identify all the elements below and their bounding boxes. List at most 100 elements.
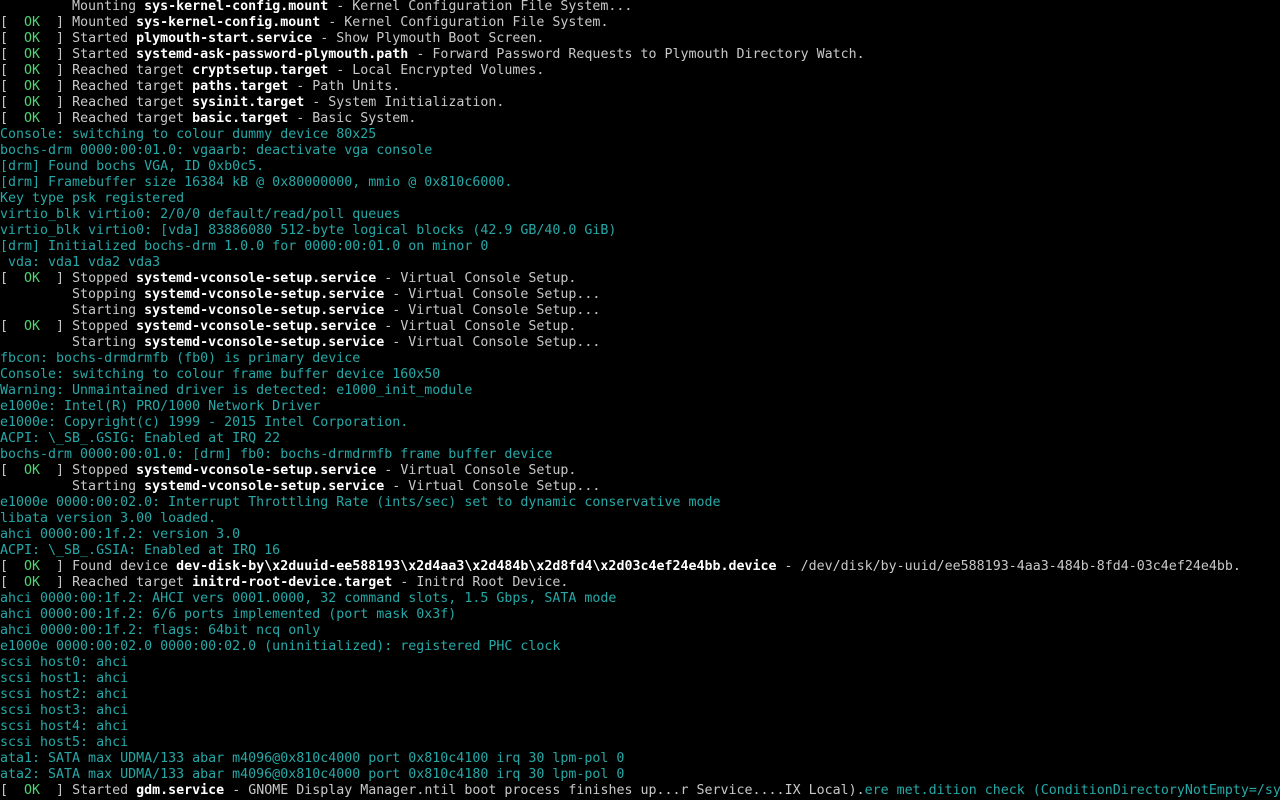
kernel-message: e1000e 0000:00:02.0: Interrupt Throttlin…	[0, 495, 721, 510]
console-line: Starting systemd-vconsole-setup.service …	[0, 335, 1280, 351]
console-line: Stopping systemd-vconsole-setup.service …	[0, 287, 1280, 303]
kernel-message: e1000e: Copyright(c) 1999 - 2015 Intel C…	[0, 415, 409, 430]
kernel-message: virtio_blk virtio0: 2/0/0 default/read/p…	[0, 207, 401, 222]
unit-name: systemd-vconsole-setup.service	[136, 271, 377, 286]
console-line: ACPI: \_SB_.GSIA: Enabled at IRQ 16	[0, 543, 1280, 559]
unit-name: systemd-vconsole-setup.service	[144, 287, 385, 302]
unit-name: sys-kernel-config.mount	[136, 15, 321, 30]
kernel-message: ahci 0000:00:1f.2: AHCI vers 0001.0000, …	[0, 591, 617, 606]
console-text: - Virtual Console Setup.	[376, 463, 577, 478]
console-text: [	[0, 63, 25, 78]
console-line: e1000e: Copyright(c) 1999 - 2015 Intel C…	[0, 415, 1280, 431]
kernel-message: Console: switching to colour frame buffe…	[0, 367, 441, 382]
ok-status-label: OK	[24, 463, 41, 478]
kernel-message: libata version 3.00 loaded.	[0, 511, 217, 526]
console-line: scsi host2: ahci	[0, 687, 1280, 703]
kernel-message: scsi host5: ahci	[0, 735, 129, 750]
console-text: Stopping	[0, 287, 145, 302]
console-text: ] Stopped	[40, 463, 137, 478]
console-line: [drm] Found bochs VGA, ID 0xb0c5.	[0, 159, 1280, 175]
kernel-message: ahci 0000:00:1f.2: 6/6 ports implemented…	[0, 607, 457, 622]
ok-status-label: OK	[24, 271, 41, 286]
kernel-message: [drm] Initialized bochs-drm 1.0.0 for 00…	[0, 239, 489, 254]
console-line: [ OK ] Started plymouth-start.service - …	[0, 31, 1280, 47]
console-line: bochs-drm 0000:00:01.0: vgaarb: deactiva…	[0, 143, 1280, 159]
console-text: - Forward Password Requests to Plymouth …	[408, 47, 865, 62]
console-text: ] Reached target	[40, 575, 193, 590]
console-text: ] Reached target	[40, 79, 193, 94]
console-text: ] Reached target	[40, 63, 193, 78]
unit-name: cryptsetup.target	[192, 63, 329, 78]
kernel-message: ata1: SATA max UDMA/133 abar m4096@0x810…	[0, 751, 625, 766]
unit-name: systemd-vconsole-setup.service	[136, 319, 377, 334]
ok-status-label: OK	[24, 47, 41, 62]
ok-status-label: OK	[24, 79, 41, 94]
console-text: Starting	[0, 303, 145, 318]
console-text: - Virtual Console Setup...	[384, 303, 601, 318]
ok-status-label: OK	[24, 575, 41, 590]
unit-name: initrd-root-device.target	[192, 575, 393, 590]
console-line: scsi host0: ahci	[0, 655, 1280, 671]
console-line: Console: switching to colour dummy devic…	[0, 127, 1280, 143]
console-line: [drm] Initialized bochs-drm 1.0.0 for 00…	[0, 239, 1280, 255]
kernel-message: virtio_blk virtio0: [vda] 83886080 512-b…	[0, 223, 617, 238]
unit-name: systemd-ask-password-plymouth.path	[136, 47, 409, 62]
kernel-message: ACPI: \_SB_.GSIG: Enabled at IRQ 22	[0, 431, 281, 446]
kernel-message: scsi host4: ahci	[0, 719, 129, 734]
console-text: [	[0, 79, 25, 94]
console-text: ] Mounted	[40, 15, 137, 30]
console-line: [ OK ] Found device dev-disk-by\x2duuid-…	[0, 559, 1280, 575]
console-text: ] Reached target	[40, 95, 193, 110]
console-text: - Kernel Configuration File System...	[328, 0, 633, 14]
console-line: Warning: Unmaintained driver is detected…	[0, 383, 1280, 399]
unit-name: systemd-vconsole-setup.service	[144, 335, 385, 350]
console-text: - Path Units.	[288, 79, 401, 94]
console-text: - Show Plymouth Boot Screen.	[312, 31, 545, 46]
console-text: ] Found device	[40, 559, 177, 574]
console-text: - Initrd Root Device.	[392, 575, 569, 590]
kernel-message: scsi host0: ahci	[0, 655, 129, 670]
ok-status-label: OK	[24, 63, 41, 78]
console-line: e1000e 0000:00:02.0 0000:00:02.0 (uninit…	[0, 639, 1280, 655]
kernel-message: Warning: Unmaintained driver is detected…	[0, 383, 473, 398]
ok-status-label: OK	[24, 31, 41, 46]
console-line: [ OK ] Mounted sys-kernel-config.mount -…	[0, 15, 1280, 31]
ok-status-label: OK	[24, 783, 41, 798]
console-line: [drm] Framebuffer size 16384 kB @ 0x8000…	[0, 175, 1280, 191]
unit-name: paths.target	[192, 79, 289, 94]
ok-status-label: OK	[24, 319, 41, 334]
console-text: ] Stopped	[40, 319, 137, 334]
console-line: Mounting sys-kernel-config.mount - Kerne…	[0, 0, 1280, 15]
console-line: [ OK ] Stopped systemd-vconsole-setup.se…	[0, 319, 1280, 335]
console-text: Starting	[0, 335, 145, 350]
console-line: [ OK ] Reached target sysinit.target - S…	[0, 95, 1280, 111]
unit-name: sys-kernel-config.mount	[144, 0, 329, 14]
console-text: [	[0, 319, 25, 334]
console-text: [	[0, 575, 25, 590]
console-line: Console: switching to colour frame buffe…	[0, 367, 1280, 383]
console-text: [	[0, 31, 25, 46]
kernel-message: scsi host1: ahci	[0, 671, 129, 686]
console-line: scsi host5: ahci	[0, 735, 1280, 751]
console-line: ahci 0000:00:1f.2: AHCI vers 0001.0000, …	[0, 591, 1280, 607]
console-line: [ OK ] Reached target paths.target - Pat…	[0, 79, 1280, 95]
console-line: [ OK ] Stopped systemd-vconsole-setup.se…	[0, 463, 1280, 479]
console-line: [ OK ] Reached target basic.target - Bas…	[0, 111, 1280, 127]
console-text: [	[0, 463, 25, 478]
console-line: [ OK ] Stopped systemd-vconsole-setup.se…	[0, 271, 1280, 287]
console-text: ] Started	[40, 783, 137, 798]
ok-status-label: OK	[24, 559, 41, 574]
kernel-message: [drm] Framebuffer size 16384 kB @ 0x8000…	[0, 175, 513, 190]
console-line: [ OK ] Reached target initrd-root-device…	[0, 575, 1280, 591]
console-text: [	[0, 15, 25, 30]
console-line: scsi host4: ahci	[0, 719, 1280, 735]
kernel-message: Key type psk registered	[0, 191, 185, 206]
kernel-message: e1000e 0000:00:02.0 0000:00:02.0 (uninit…	[0, 639, 561, 654]
console-text: - Virtual Console Setup.	[376, 271, 577, 286]
console-text: - Kernel Configuration File System.	[320, 15, 609, 30]
console-line: ahci 0000:00:1f.2: flags: 64bit ncq only	[0, 623, 1280, 639]
kernel-message: [drm] Found bochs VGA, ID 0xb0c5.	[0, 159, 265, 174]
console-line: Key type psk registered	[0, 191, 1280, 207]
console-text: - Virtual Console Setup...	[384, 335, 601, 350]
kernel-message: Console: switching to colour dummy devic…	[0, 127, 377, 142]
